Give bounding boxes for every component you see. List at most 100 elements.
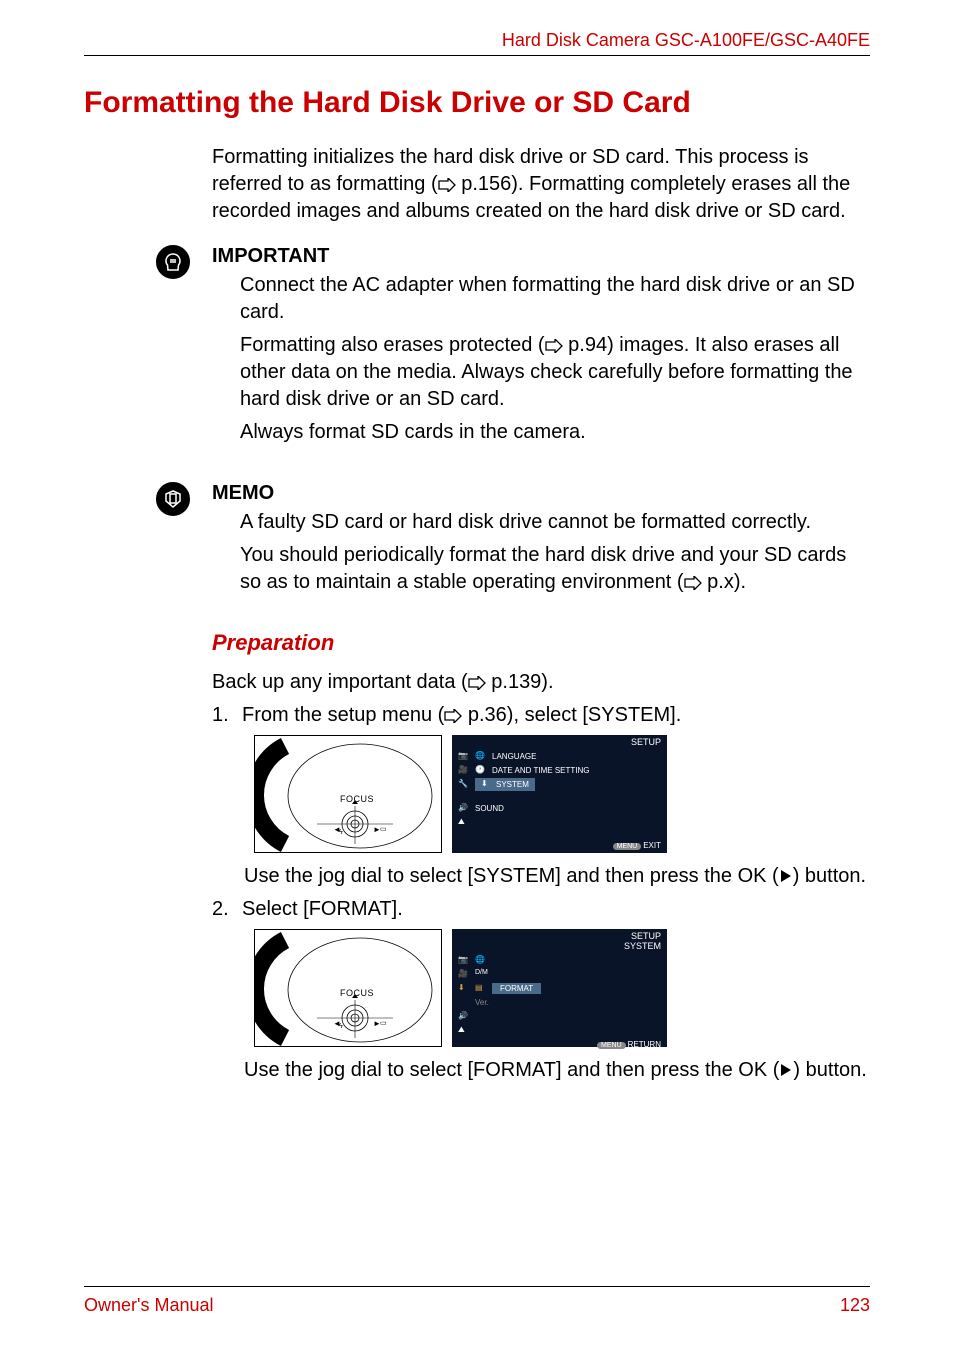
screen1-title: SETUP: [452, 735, 667, 748]
step-1-result: Use the jog dial to select [SYSTEM] and …: [244, 865, 870, 888]
page-ref-arrow-icon: [545, 339, 563, 353]
important-icon: [156, 245, 190, 279]
important-p2-prefix: Formatting also erases protected (: [240, 334, 545, 356]
focus-label: FOCUS: [340, 988, 374, 998]
svg-text:ϟ: ϟ: [339, 1023, 343, 1030]
screen2-row-icons2: 🎥 D/M: [458, 968, 667, 982]
video-icon: 🎥: [458, 969, 469, 980]
page-ref-arrow-icon: [444, 709, 462, 723]
setup-screen-2: SETUP SYSTEM 📷 🌐 🎥 D/M ⬇ ▤ FORMAT Ver.: [452, 929, 667, 1047]
important-heading: IMPORTANT: [212, 245, 870, 268]
screen2-row-icons1: 📷 🌐: [458, 954, 667, 968]
step-1-suffix: p.36), select [SYSTEM].: [462, 704, 681, 726]
svg-text:▭: ▭: [380, 826, 387, 833]
menu-button-label: MENU: [597, 1042, 626, 1049]
jog-dial-figure: ◄ ► ϟ ▭ FOCUS: [254, 735, 442, 853]
screen2-title1: SETUP: [631, 931, 661, 941]
step-1-prefix: From the setup menu (: [242, 704, 444, 726]
video-icon: 🎥: [458, 765, 469, 776]
screen2-row-format: ⬇ ▤ FORMAT: [458, 982, 667, 996]
screen1-datetime-label: DATE AND TIME SETTING: [492, 766, 590, 775]
screen1-row-panorama: ⛰: [458, 816, 667, 830]
screen1-sound-label: SOUND: [475, 804, 504, 813]
panorama-icon: ⛰: [458, 817, 469, 828]
disk-icon: ▤: [475, 983, 486, 994]
step-1-result-prefix: Use the jog dial to select [SYSTEM] and …: [244, 865, 779, 887]
setup-screen-1: SETUP 📷 🌐 LANGUAGE 🎥 🕐 DATE AND TIME SET…: [452, 735, 667, 853]
svg-text:ϟ: ϟ: [339, 829, 343, 836]
screen2-row-sound: 🔊: [458, 1010, 667, 1024]
step-2-result: Use the jog dial to select [FORMAT] and …: [244, 1059, 870, 1082]
backup-suffix: p.139).: [486, 671, 554, 693]
page-ref-arrow-icon: [468, 676, 486, 690]
step-2-result-prefix: Use the jog dial to select [FORMAT] and …: [244, 1059, 779, 1081]
footer-manual-label: Owner's Manual: [84, 1295, 214, 1316]
screen2-row-panorama: ⛰: [458, 1024, 667, 1038]
memo-p1: A faulty SD card or hard disk drive cann…: [240, 509, 870, 536]
tool-icon: 🔧: [458, 779, 469, 790]
camera-icon: 📷: [458, 955, 469, 966]
page-ref-arrow-icon: [438, 178, 456, 192]
screen2-title2: SYSTEM: [624, 941, 661, 951]
screen2-title: SETUP SYSTEM: [452, 929, 667, 952]
important-section: IMPORTANT Connect the AC adapter when fo…: [84, 245, 870, 452]
figure-2: ◄ ► ϟ ▭ FOCUS SETUP SYSTEM 📷 🌐 🎥 D/M ⬇ ▤…: [254, 929, 870, 1047]
memo-section: MEMO A faulty SD card or hard disk drive…: [84, 482, 870, 602]
play-icon: [779, 869, 793, 883]
step-2-result-suffix: ) button.: [793, 1059, 866, 1081]
step-2-number: 2.: [212, 898, 242, 921]
step-2: 2. Select [FORMAT].: [212, 898, 870, 921]
screen2-return-label: RETURN: [628, 1040, 661, 1049]
screen1-row-datetime: 🎥 🕐 DATE AND TIME SETTING: [458, 764, 667, 778]
footer-page-number: 123: [840, 1295, 870, 1316]
screen1-row-sound: 🔊 SOUND: [458, 802, 667, 816]
screen1-system-label: SYSTEM: [496, 780, 529, 789]
memo-icon: [156, 482, 190, 516]
screen1-row-system: 🔧 ⬇ SYSTEM: [458, 778, 667, 792]
memo-heading: MEMO: [212, 482, 870, 505]
speaker-icon: 🔊: [458, 1011, 469, 1022]
jog-dial-figure: ◄ ► ϟ ▭ FOCUS: [254, 929, 442, 1047]
memo-p2: You should periodically format the hard …: [240, 542, 870, 596]
camera-icon: 📷: [458, 751, 469, 762]
clock-icon: 🕐: [475, 765, 486, 776]
svg-text:▭: ▭: [380, 1020, 387, 1027]
important-p3: Always format SD cards in the camera.: [240, 419, 870, 446]
backup-prefix: Back up any important data (: [212, 671, 468, 693]
screen2-ver-label: Ver.: [475, 998, 489, 1007]
step-2-text: Select [FORMAT].: [242, 898, 870, 921]
page-ref-arrow-icon: [684, 576, 702, 590]
memo-p2-suffix: p.x).: [702, 571, 746, 593]
preparation-heading: Preparation: [212, 630, 870, 656]
screen1-footer: MENUEXIT: [452, 839, 667, 853]
step-1-number: 1.: [212, 704, 242, 727]
screen2-footer: MENURETURN: [452, 1038, 667, 1052]
figure-1: ◄ ► ϟ ▭ FOCUS SETUP 📷 🌐 LANGUAGE 🎥 🕐 DAT…: [254, 735, 870, 853]
date-icon: D/M: [475, 969, 486, 980]
globe-icon: 🌐: [475, 955, 486, 966]
system-icon: ⬇: [481, 779, 492, 790]
speaker-icon: 🔊: [458, 803, 469, 814]
important-p2: Formatting also erases protected ( p.94)…: [240, 332, 870, 413]
important-p1: Connect the AC adapter when formatting t…: [240, 272, 870, 326]
step-1-text: From the setup menu ( p.36), select [SYS…: [242, 704, 870, 727]
page-title: Formatting the Hard Disk Drive or SD Car…: [84, 86, 870, 120]
play-icon: [779, 1063, 793, 1077]
page-header: Hard Disk Camera GSC-A100FE/GSC-A40FE: [84, 30, 870, 56]
panorama-icon: ⛰: [458, 1025, 469, 1036]
step-1: 1. From the setup menu ( p.36), select […: [212, 704, 870, 727]
screen1-row-language: 📷 🌐 LANGUAGE: [458, 750, 667, 764]
menu-button-label: MENU: [613, 843, 642, 850]
intro-paragraph: Formatting initializes the hard disk dri…: [212, 144, 870, 225]
memo-p2-prefix: You should periodically format the hard …: [240, 544, 846, 593]
screen1-language-label: LANGUAGE: [492, 752, 536, 761]
screen2-format-label: FORMAT: [492, 983, 541, 994]
focus-label: FOCUS: [340, 794, 374, 804]
tool-icon: ⬇: [458, 983, 469, 994]
page-footer: Owner's Manual 123: [84, 1286, 870, 1316]
globe-icon: 🌐: [475, 751, 486, 762]
screen1-exit-label: EXIT: [643, 841, 661, 850]
step-1-result-suffix: ) button.: [793, 865, 866, 887]
backup-text: Back up any important data ( p.139).: [212, 668, 870, 696]
screen2-row-ver: Ver.: [458, 996, 667, 1010]
